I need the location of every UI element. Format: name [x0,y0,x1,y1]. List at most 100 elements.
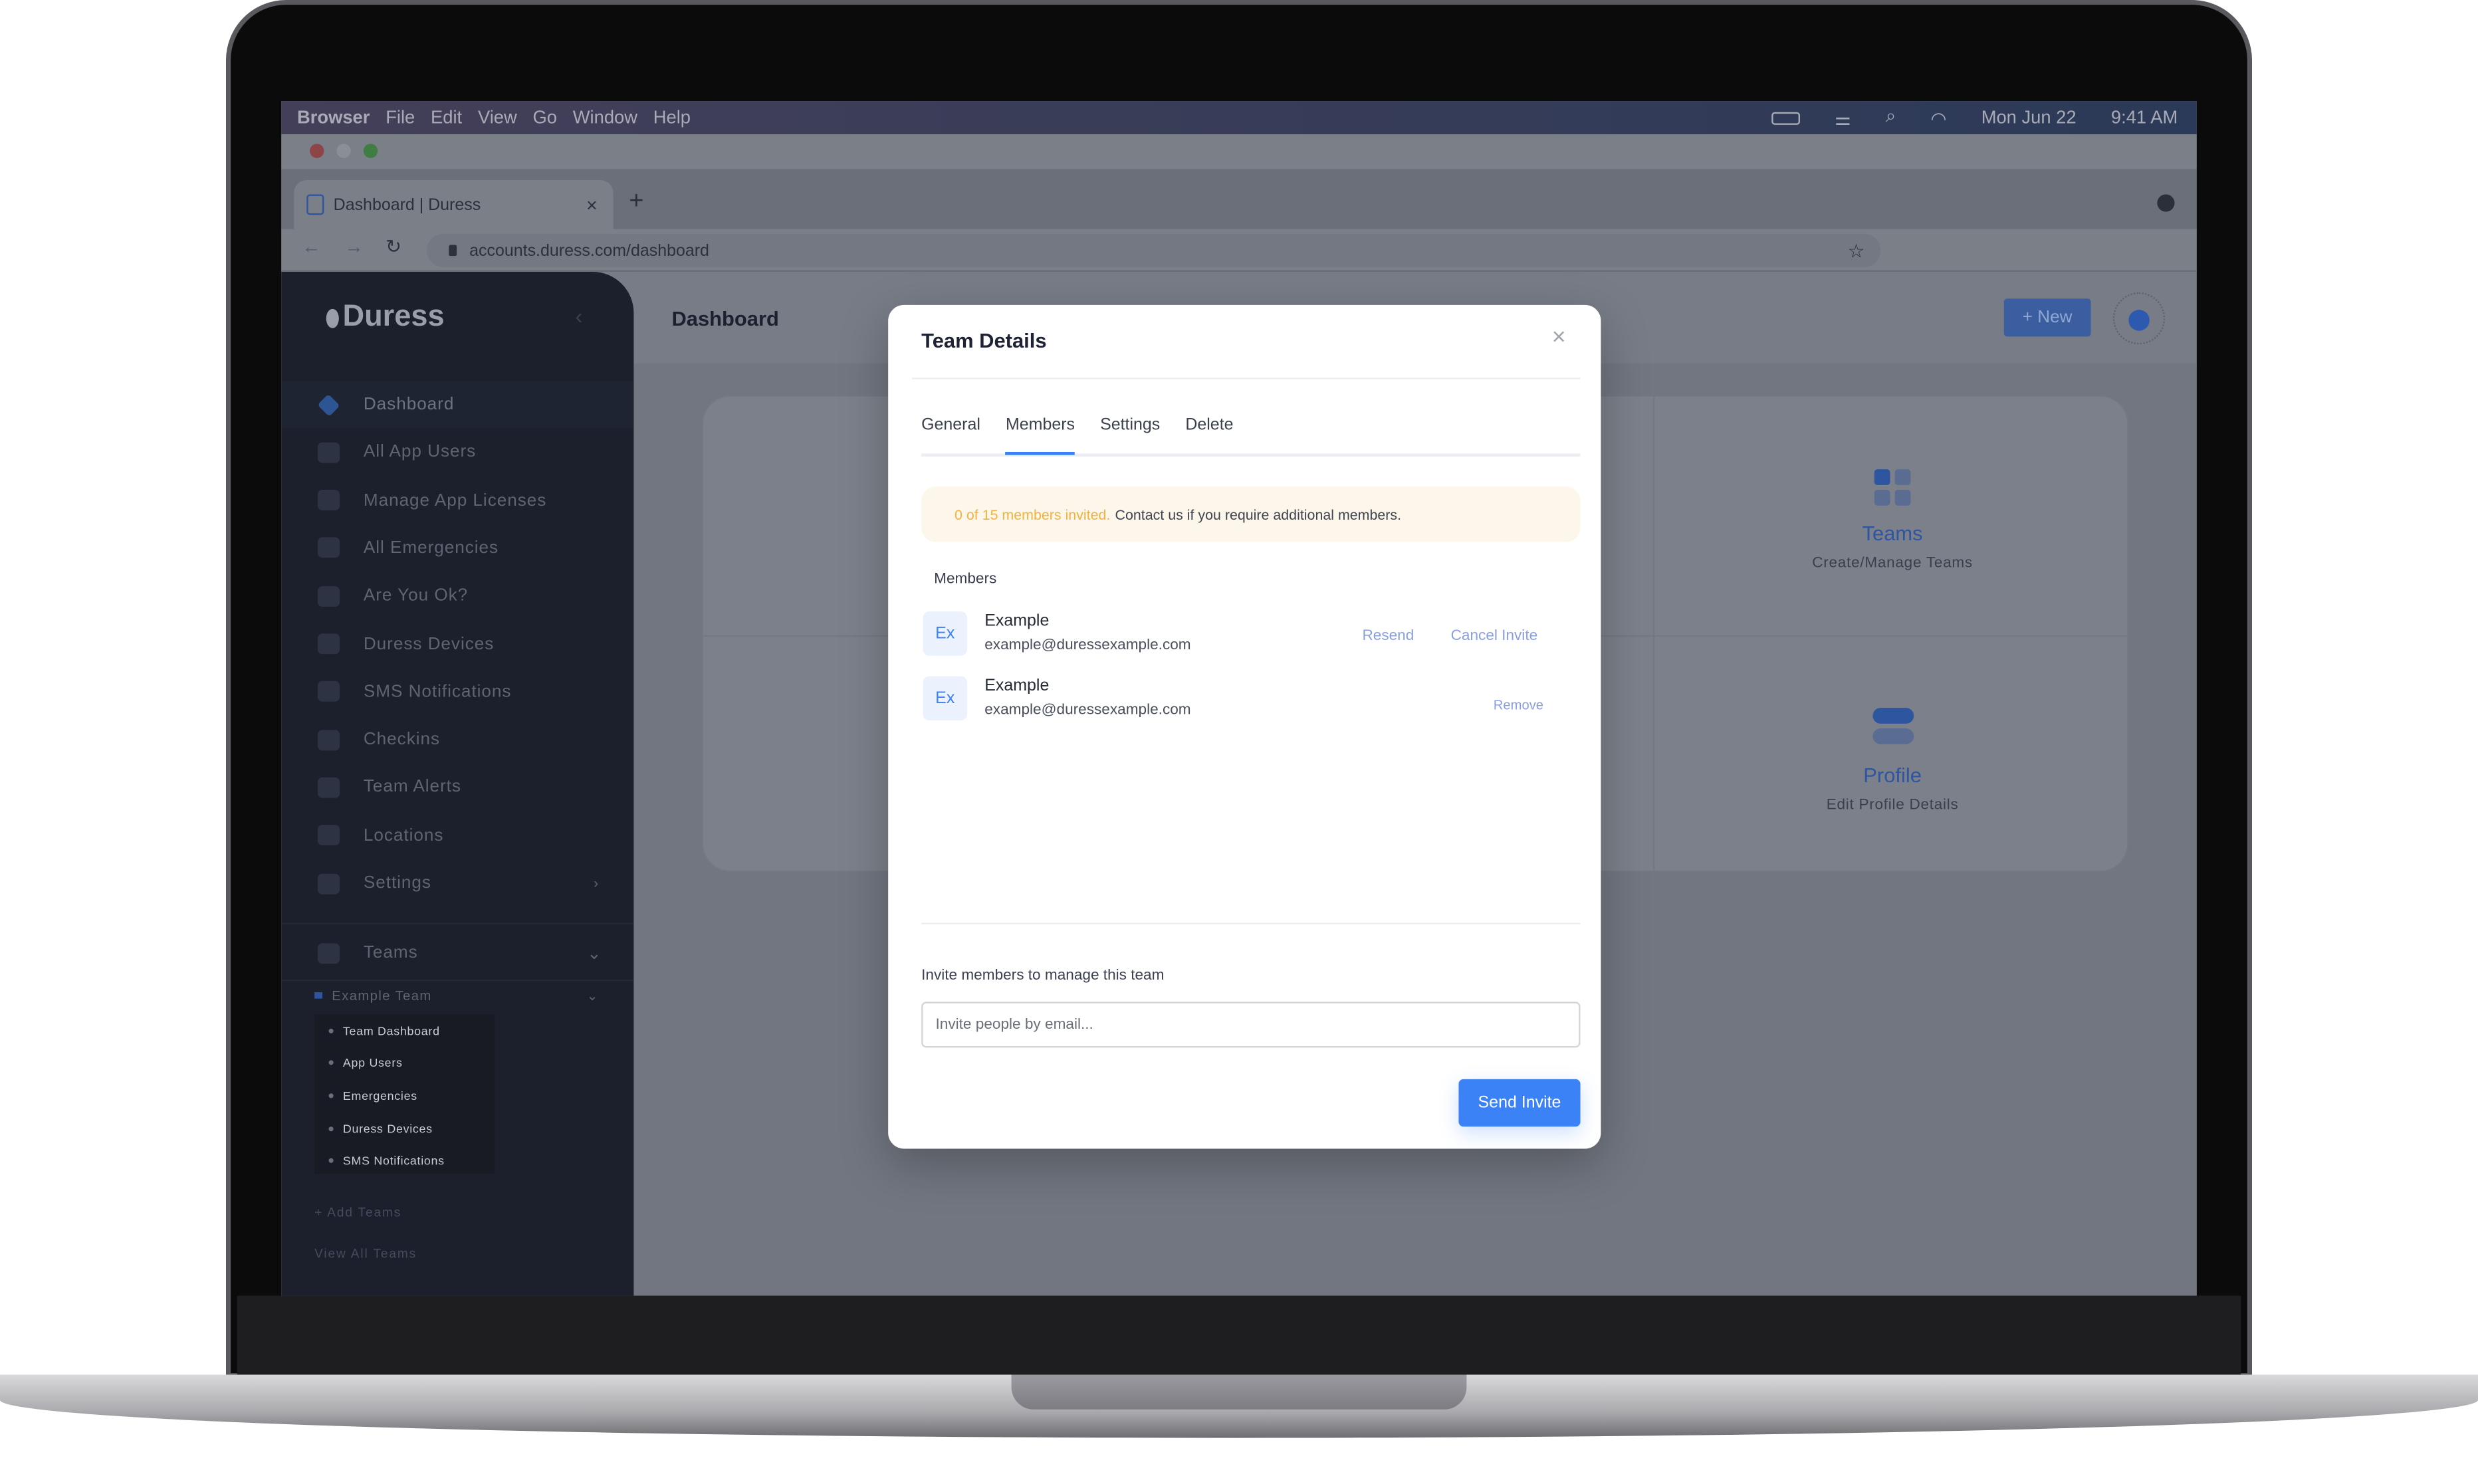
new-button[interactable]: + New [2003,298,2091,337]
macos-menubar: Browser File Edit View Go Window Help ⚌ … [281,101,2197,135]
bullet-icon [328,1061,334,1066]
window-titlebar [281,134,2197,169]
sidebar-item-dashboard[interactable]: Dashboard [281,380,634,429]
tab-settings[interactable]: Settings [1100,415,1160,455]
sidebar-item-teams[interactable]: Teams ⌄ [281,929,633,976]
battery-icon[interactable] [1771,111,1800,124]
laptop-notch [1011,1374,1467,1410]
logo-text: Duress [342,300,445,334]
member-name: Example [984,676,1050,696]
warning-icon [317,538,340,559]
avatar: Ex [923,611,968,656]
close-icon[interactable]: × [1552,324,1566,350]
team-subitem[interactable]: Emergencies [314,1079,495,1112]
invite-email-input[interactable] [921,1002,1581,1048]
menu-edit[interactable]: Edit [431,108,462,128]
member-row: Ex Example example@duressexample.com Rem… [923,676,1583,721]
back-icon[interactable]: ← [302,235,321,257]
team-color-icon [314,992,323,999]
forward-icon[interactable]: → [344,235,364,257]
new-tab-button[interactable]: + [629,188,643,217]
resend-button[interactable]: Resend [1362,627,1414,645]
menu-help[interactable]: Help [653,108,691,128]
sidebar-item-team-alerts[interactable]: Team Alerts [281,764,633,811]
collapse-sidebar-icon[interactable]: ‹ [575,303,582,328]
menu-file[interactable]: File [386,108,415,128]
screen: Browser File Edit View Go Window Help ⚌ … [281,101,2197,1296]
nav-label: Duress Devices [363,634,495,654]
modal-title: Team Details [921,328,1047,353]
card-title: Teams [1862,521,1923,546]
duress-pin-icon: ⬮ [325,304,340,330]
search-icon[interactable]: ⌕ [1886,108,1896,128]
sidebar-item-are-you-ok[interactable]: Are You Ok? [281,572,633,619]
team-subitem[interactable]: Team Dashboard [314,1014,495,1047]
bullet-icon [328,1126,334,1131]
minimize-window-button[interactable] [336,144,351,158]
invite-label: Invite members to manage this team [921,967,1165,985]
card-profile[interactable]: Profile Edit Profile Details [1654,708,2127,814]
team-subitem[interactable]: SMS Notifications [314,1144,495,1177]
card-subtitle: Create/Manage Teams [1812,554,1973,572]
team-name: Example Team [332,987,432,1004]
chat-icon [317,681,340,702]
cancel-invite-button[interactable]: Cancel Invite [1451,627,1538,645]
card-subtitle: Edit Profile Details [1826,796,1959,814]
wifi-icon[interactable]: ◠ [1931,106,1947,129]
target-icon [317,825,340,846]
team-subitem[interactable]: Duress Devices [314,1112,495,1144]
sidebar-item-all-emergencies[interactable]: All Emergencies [281,524,633,572]
menu-view[interactable]: View [478,108,517,128]
sidebar-item-sms-notifications[interactable]: SMS Notifications [281,668,633,715]
duress-logo: ⬮ Duress [326,300,445,335]
subitem-label: Emergencies [342,1089,417,1103]
team-details-modal: Team Details × General Members Settings … [888,304,1601,1149]
maximize-window-button[interactable] [363,144,378,158]
nav-label: Settings [363,873,431,893]
menubar-time: 9:41 AM [2110,108,2178,128]
sidebar-item-settings[interactable]: Settings › [281,859,633,906]
tab-delete[interactable]: Delete [1185,415,1233,455]
nav-label: Locations [363,825,444,845]
remove-button[interactable]: Remove [1494,696,1543,712]
address-bar: ← → ↻ accounts.duress.com/dashboard ☆ [281,229,2197,272]
add-teams-link[interactable]: + Add Teams [314,1206,401,1219]
close-tab-icon[interactable]: × [586,193,598,215]
team-example[interactable]: Example Team ⌄ [314,987,599,1004]
sidebar-item-all-app-users[interactable]: All App Users [281,429,633,476]
tab-title: Dashboard | Duress [333,195,481,215]
laptop-chin [237,1295,2241,1378]
reload-icon[interactable]: ↻ [386,235,401,257]
member-name: Example [984,611,1050,631]
member-limit-alert: 0 of 15 members invited. Contact us if yo… [921,486,1581,542]
browser-tab[interactable]: Dashboard | Duress × [294,180,614,229]
bookmark-star-icon[interactable]: ☆ [1848,239,1865,261]
close-window-button[interactable] [309,144,324,158]
bullet-icon [328,1093,334,1099]
menu-browser[interactable]: Browser [297,108,370,128]
member-row: Ex Example example@duressexample.com Res… [923,611,1583,656]
lock-icon [449,245,457,257]
member-email: example@duressexample.com [984,637,1191,655]
team-subitem[interactable]: App Users [314,1047,495,1079]
people-icon [317,777,340,798]
gear-icon [317,873,340,894]
sidebar-item-manage-app-licenses[interactable]: Manage App Licenses [281,477,633,524]
control-center-icon[interactable]: ⚌ [1835,106,1851,129]
profile-menu-icon[interactable] [2157,194,2175,212]
card-teams[interactable]: Teams Create/Manage Teams [1654,469,2127,572]
sidebar-item-locations[interactable]: Locations [281,811,633,859]
menubar-date: Mon Jun 22 [1981,108,2077,128]
user-avatar[interactable]: ⬤ [2112,292,2166,345]
url-field[interactable]: accounts.duress.com/dashboard ☆ [426,233,1881,267]
chevron-right-icon: › [593,875,600,891]
send-invite-button[interactable]: Send Invite [1458,1079,1581,1127]
view-all-teams-link[interactable]: View All Teams [314,1247,417,1261]
tab-members[interactable]: Members [1005,415,1075,455]
menu-window[interactable]: Window [573,108,637,128]
sidebar-item-checkins[interactable]: Checkins [281,716,633,763]
menu-go[interactable]: Go [532,108,556,128]
sidebar-item-duress-devices[interactable]: Duress Devices [281,620,633,667]
tab-general[interactable]: General [921,415,980,455]
bullet-icon [328,1158,334,1164]
